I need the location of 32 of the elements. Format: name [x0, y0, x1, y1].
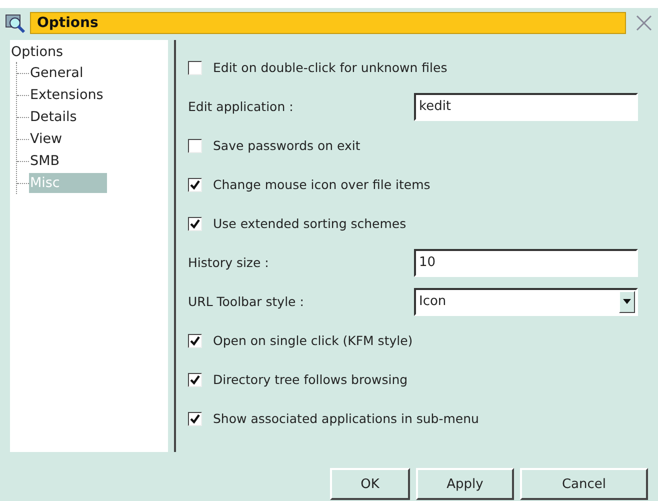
checkbox-label: Save passwords on exit — [213, 138, 360, 153]
checkbox-label: Edit on double-click for unknown files — [213, 60, 448, 75]
checkbox[interactable] — [188, 372, 202, 386]
checkbox-label: Open on single click (KFM style) — [213, 333, 413, 348]
checkbox[interactable] — [188, 412, 202, 426]
dropdown[interactable]: Icon — [414, 288, 638, 316]
checkbox-label: Directory tree follows browsing — [213, 372, 408, 387]
tree-item[interactable]: View — [29, 129, 66, 149]
tree-item[interactable]: SMB — [29, 151, 62, 171]
checkbox-label: Use extended sorting schemes — [213, 216, 406, 231]
tree-item[interactable]: Options — [10, 42, 168, 62]
checkbox[interactable] — [188, 178, 202, 192]
close-icon[interactable] — [634, 13, 654, 33]
checkbox[interactable] — [188, 138, 202, 152]
tree-item[interactable]: Extensions — [29, 85, 106, 105]
dialog-button[interactable]: OK — [330, 468, 410, 500]
field-label: URL Toolbar style : — [188, 294, 305, 309]
magnifier-icon — [4, 12, 26, 34]
field-label: Edit application : — [188, 99, 294, 114]
tree-item[interactable]: Details — [29, 107, 80, 127]
field-label: History size : — [188, 255, 270, 270]
dialog-button[interactable]: Cancel — [520, 468, 648, 500]
input-field[interactable]: kedit — [414, 92, 638, 120]
checkbox-label: Change mouse icon over file items — [213, 177, 430, 192]
input-field[interactable]: 10 — [414, 248, 638, 276]
window-title: Options — [30, 12, 626, 34]
tree-item[interactable]: General — [29, 63, 86, 83]
checkbox-label: Show associated applications in sub-menu — [213, 411, 479, 426]
checkbox[interactable] — [188, 216, 202, 230]
dialog-button[interactable]: Apply — [416, 468, 514, 500]
checkbox[interactable] — [188, 334, 202, 348]
checkbox[interactable] — [188, 60, 202, 74]
